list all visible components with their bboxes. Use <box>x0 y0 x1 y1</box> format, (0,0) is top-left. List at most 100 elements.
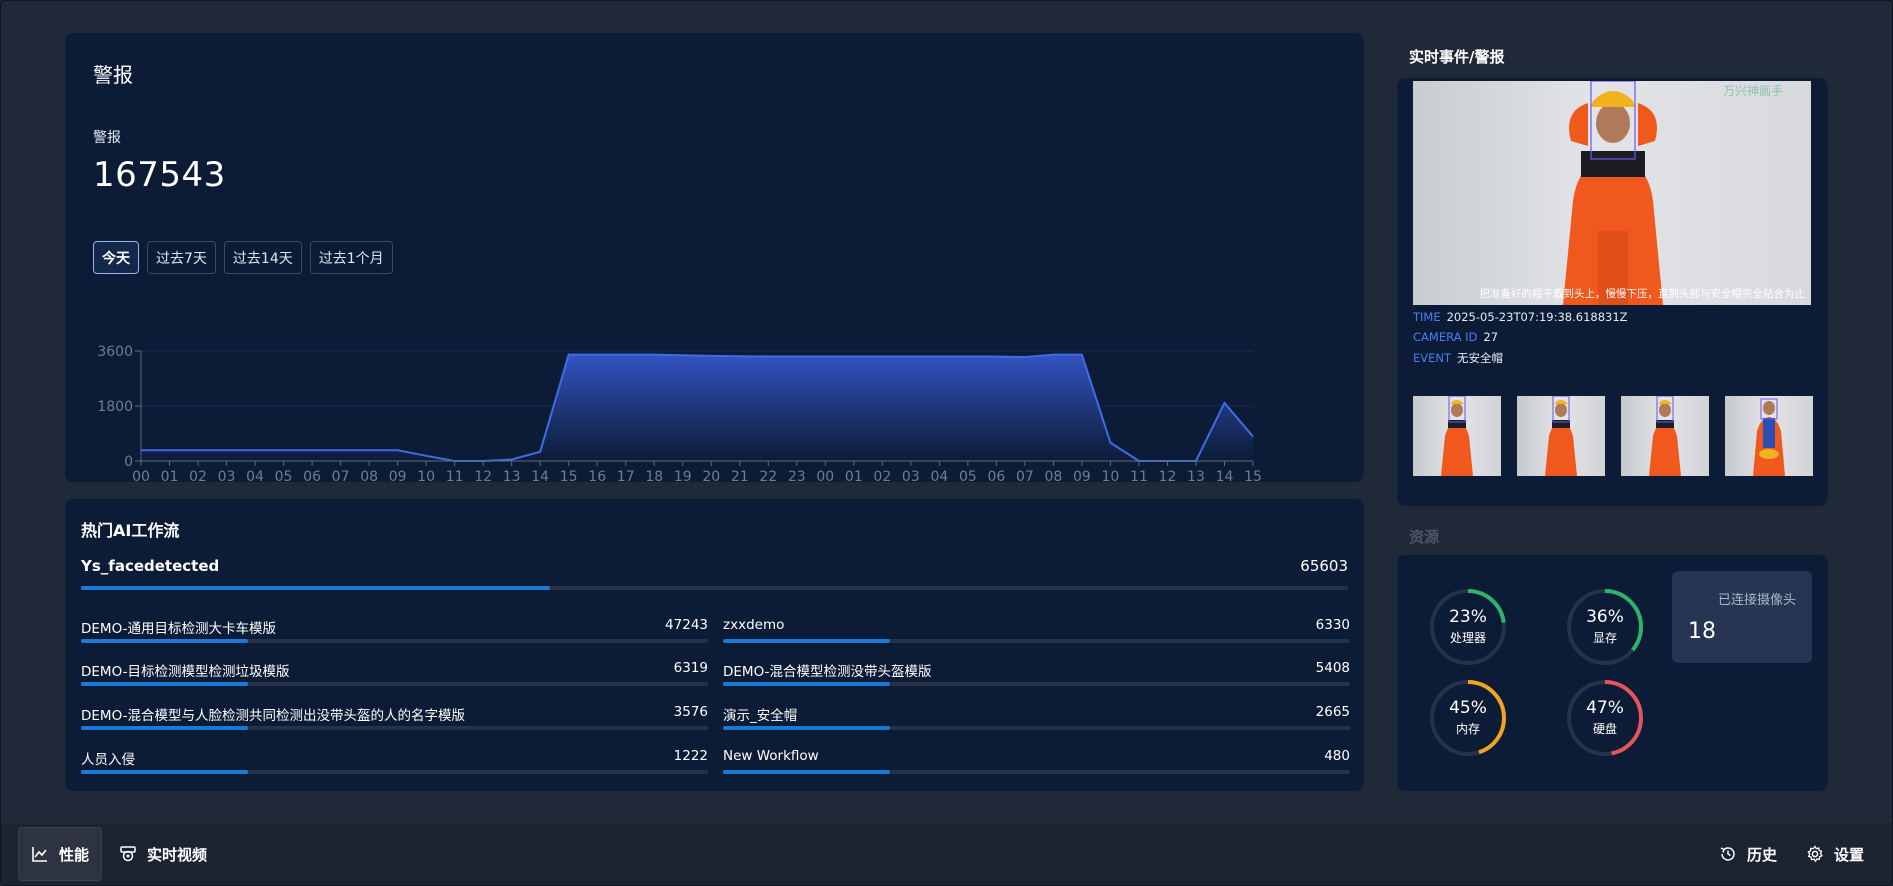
workflow-item-name: DEMO-混合模型检测没带头盔模版 <box>723 664 932 680</box>
vram-gauge-percent: 36% <box>1586 607 1624 627</box>
event-time-value: 2025-05-23T07:19:38.618831Z <box>1446 310 1628 324</box>
x-tick-label: 11 <box>446 469 464 483</box>
workflow-item-bar-fill <box>723 770 890 774</box>
workflow-item[interactable]: zxxdemo 6330 <box>723 617 1350 657</box>
workflow-item-bar-fill <box>81 770 248 774</box>
workflow-item-bar <box>81 770 708 774</box>
workflow-item-name: 演示_安全帽 <box>723 708 798 724</box>
memory-gauge-ring <box>1430 680 1506 756</box>
memory-gauge-label: 内存 <box>1455 722 1480 736</box>
x-tick-label: 09 <box>1073 469 1091 483</box>
x-tick-label: 16 <box>588 469 606 483</box>
connected-cameras-card: 已连接摄像头 18 <box>1672 571 1812 663</box>
workflow-item-bar <box>723 682 1350 686</box>
x-tick-label: 08 <box>1044 469 1062 483</box>
workflow-item-bar <box>81 639 708 643</box>
x-tick-label: 04 <box>930 469 948 483</box>
nav-settings-label: 设置 <box>1834 845 1865 864</box>
y-tick-label: 3600 <box>97 344 133 360</box>
x-tick-label: 07 <box>1016 469 1034 483</box>
workflow-item[interactable]: DEMO-混合模型与人脸检测共同检测出没带头盔的人的名字模版 3576 <box>81 704 708 744</box>
workflow-item[interactable]: 人员入侵 1222 <box>81 748 708 788</box>
disk-gauge: 47% 硬盘 <box>1565 678 1645 758</box>
events-title: 实时事件/警报 <box>1409 48 1505 66</box>
workflow-item-bar-fill <box>723 682 890 686</box>
cpu-gauge-percent: 23% <box>1449 607 1487 627</box>
x-tick-label: 19 <box>674 469 692 483</box>
vram-gauge-label: 显存 <box>1592 631 1617 645</box>
history-icon <box>1720 847 1735 861</box>
alarm-panel-title: 警报 <box>93 63 133 87</box>
workflow-item[interactable]: 演示_安全帽 2665 <box>723 704 1350 744</box>
event-camera-key: CAMERA ID <box>1413 330 1478 344</box>
nav-performance[interactable]: 性能 <box>18 827 103 881</box>
x-tick-label: 14 <box>1216 469 1234 483</box>
event-thumbnail[interactable] <box>1725 396 1813 476</box>
memory-gauge: 45% 内存 <box>1428 678 1508 758</box>
x-tick-label: 02 <box>873 469 891 483</box>
top-workflow-name: Ys_facedetected <box>81 557 220 575</box>
range-today-button[interactable]: 今天 <box>93 241 139 274</box>
x-tick-label: 21 <box>731 469 749 483</box>
x-tick-label: 03 <box>902 469 920 483</box>
workflow-item-name: DEMO-目标检测模型检测垃圾模版 <box>81 664 290 680</box>
workflow-item-value: 2665 <box>1315 704 1350 720</box>
cpu-gauge: 23% 处理器 <box>1428 587 1508 667</box>
workflow-item-name: zxxdemo <box>723 617 785 633</box>
x-tick-label: 10 <box>1102 469 1120 483</box>
events-panel: 万兴神画手 把准备好的帽子戴到头上，慢慢下压，直到头部与安全帽完全贴合为止 TI… <box>1397 78 1828 506</box>
workflow-item[interactable]: New Workflow 480 <box>723 748 1350 788</box>
event-thumbnail[interactable] <box>1413 396 1501 476</box>
workflow-item[interactable]: DEMO-目标检测模型检测垃圾模版 6319 <box>81 660 708 700</box>
alarm-panel: 警报 警报 167543 今天 过去7天 过去14天 过去1个月 0 1800 36… <box>65 33 1364 483</box>
workflow-item-bar <box>81 726 708 730</box>
workflow-item[interactable]: DEMO-通用目标检测大卡车模版 47243 <box>81 617 708 657</box>
range-7d-button[interactable]: 过去7天 <box>147 241 216 274</box>
cpu-gauge-ring <box>1430 589 1506 665</box>
workflow-item-value: 3576 <box>673 704 708 720</box>
x-tick-label: 15 <box>560 469 578 483</box>
bottom-nav: 性能 实时视频 历史 设置 <box>1 823 1892 885</box>
disk-gauge-label: 硬盘 <box>1592 722 1617 736</box>
workflow-item-bar-fill <box>81 682 248 686</box>
x-tick-label: 11 <box>1130 469 1148 483</box>
event-type-value: 无安全帽 <box>1457 351 1504 365</box>
x-tick-label: 01 <box>845 469 863 483</box>
workflow-item-bar-fill <box>81 639 248 643</box>
x-tick-label: 14 <box>531 469 549 483</box>
thumbnail-image <box>1545 396 1577 476</box>
worker-image: 万兴神画手 把准备好的帽子戴到头上，慢慢下压，直到头部与安全帽完全贴合为止 <box>1480 81 1805 305</box>
workflow-item[interactable]: DEMO-混合模型检测没带头盔模版 5408 <box>723 660 1350 700</box>
range-1m-button[interactable]: 过去1个月 <box>309 241 393 274</box>
workflow-item-value: 5408 <box>1315 660 1350 676</box>
top-workflow-bar <box>81 586 1348 590</box>
event-camera: CAMERA ID 27 <box>1413 330 1498 344</box>
vram-gauge-ring <box>1567 589 1643 665</box>
workflow-item-bar-fill <box>81 726 248 730</box>
workflow-item-bar <box>723 639 1350 643</box>
workflow-item-bar <box>723 770 1350 774</box>
memory-gauge-percent: 45% <box>1449 698 1487 718</box>
connected-cameras-label: 已连接摄像头 <box>1717 593 1796 608</box>
nav-live-video[interactable]: 实时视频 <box>107 827 219 881</box>
alarm-chart: 01800360000 01 02 03 04 05 06 07 08 09 10 11 12 13 14 1… <box>97 344 1262 483</box>
thumbnail-image <box>1441 396 1473 476</box>
nav-history-label: 历史 <box>1747 845 1778 864</box>
x-tick-label: 06 <box>303 469 321 483</box>
x-tick-label: 07 <box>332 469 350 483</box>
top-workflow-value: 65603 <box>1300 557 1348 575</box>
x-tick-label: 13 <box>1187 469 1205 483</box>
event-snapshot[interactable]: 万兴神画手 把准备好的帽子戴到头上，慢慢下压，直到头部与安全帽完全贴合为止 <box>1413 81 1811 305</box>
event-camera-value: 27 <box>1483 330 1499 344</box>
x-tick-label: 23 <box>788 469 806 483</box>
event-thumbnail[interactable] <box>1517 396 1605 476</box>
event-type-key: EVENT <box>1413 351 1452 365</box>
nav-settings[interactable]: 设置 <box>1794 827 1876 881</box>
x-tick-label: 12 <box>1159 469 1177 483</box>
range-14d-button[interactable]: 过去14天 <box>223 241 302 274</box>
workflow-item-name: New Workflow <box>723 748 819 764</box>
connected-cameras-count: 18 <box>1688 619 1716 644</box>
nav-history[interactable]: 历史 <box>1707 827 1789 881</box>
resources-title: 资源 <box>1409 528 1440 546</box>
event-thumbnail[interactable] <box>1621 396 1709 476</box>
